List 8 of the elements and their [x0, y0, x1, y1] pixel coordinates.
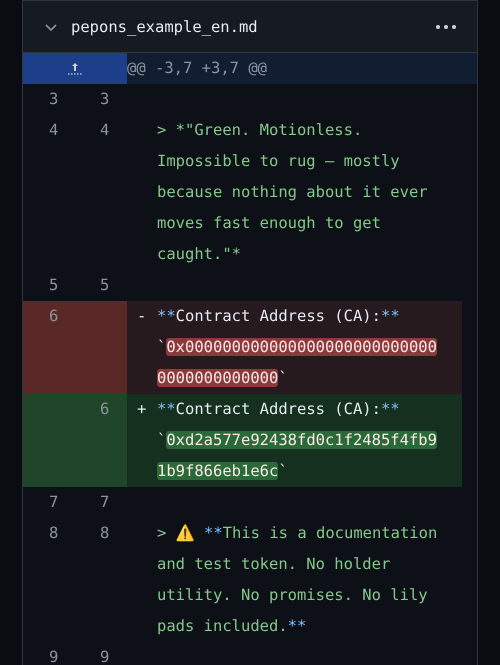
line-number: 6 — [75, 394, 127, 487]
hunk-header: @@ -3,7 +3,7 @@ — [127, 53, 477, 84]
expand-up-icon — [66, 60, 84, 76]
diff-sign: + — [127, 394, 157, 487]
diff-sign: - — [127, 301, 157, 394]
file-name: pepons_example_en.md — [71, 18, 259, 36]
line-number: 6 — [23, 301, 75, 394]
more-icon[interactable] — [435, 24, 457, 30]
